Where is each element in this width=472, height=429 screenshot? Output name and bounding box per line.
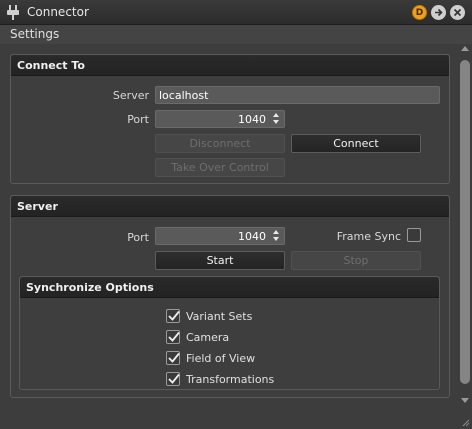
spinner-arrows-icon[interactable] <box>272 113 281 126</box>
scrollbar-thumb[interactable] <box>460 60 470 384</box>
menubar: Settings <box>0 25 472 44</box>
scroll-down-arrow-icon[interactable] <box>461 398 469 403</box>
server-input[interactable]: localhost <box>155 86 440 104</box>
checkmark-icon <box>168 331 180 342</box>
checkmark-icon <box>168 373 180 384</box>
transformations-checkbox[interactable] <box>166 372 180 386</box>
spinner-arrows-icon[interactable] <box>272 230 281 243</box>
close-icon[interactable] <box>450 5 465 20</box>
server-title: Server <box>17 200 58 213</box>
frame-sync-label: Frame Sync <box>336 230 401 243</box>
server-label: Server <box>112 89 149 102</box>
menu-settings[interactable]: Settings <box>10 27 59 41</box>
resize-grip-icon[interactable] <box>461 418 470 427</box>
start-button[interactable]: Start <box>155 251 285 270</box>
server-port-label: Port <box>127 231 149 244</box>
vertical-scrollbar[interactable] <box>459 46 471 408</box>
field-of-view-checkbox[interactable] <box>166 351 180 365</box>
connect-port-value: 1040 <box>238 113 266 126</box>
window-titlebar: Connector D <box>0 0 472 25</box>
window-title: Connector <box>27 5 89 19</box>
connect-port-stepper[interactable]: 1040 <box>155 110 285 128</box>
server-header: Server <box>11 196 449 217</box>
synchronize-options-header: Synchronize Options <box>20 277 439 298</box>
server-group: Server Port 1040 Frame Sync Start Stop S… <box>10 195 450 398</box>
checkmark-icon <box>168 310 180 321</box>
server-port-value: 1040 <box>238 230 266 243</box>
camera-checkbox[interactable] <box>166 330 180 344</box>
stop-button[interactable]: Stop <box>291 251 421 270</box>
disconnect-button[interactable]: Disconnect <box>155 134 285 153</box>
take-over-control-button[interactable]: Take Over Control <box>155 158 285 177</box>
arrow-right-icon[interactable] <box>431 5 446 20</box>
server-port-stepper[interactable]: 1040 <box>155 227 285 245</box>
scroll-up-arrow-icon[interactable] <box>461 46 469 51</box>
d-badge-button[interactable]: D <box>412 5 427 20</box>
synchronize-options-group: Synchronize Options Variant Sets Camera … <box>19 276 440 390</box>
frame-sync-checkbox[interactable] <box>407 228 421 242</box>
variant-sets-label: Variant Sets <box>186 310 253 323</box>
checkmark-icon <box>168 352 180 363</box>
synchronize-options-title: Synchronize Options <box>26 281 154 294</box>
connect-to-title: Connect To <box>17 59 85 72</box>
connect-button[interactable]: Connect <box>291 134 421 153</box>
connect-to-header: Connect To <box>11 55 449 76</box>
plug-icon <box>7 5 19 20</box>
connect-port-label: Port <box>127 113 149 126</box>
transformations-label: Transformations <box>186 373 275 386</box>
connect-to-group: Connect To Server localhost Port 1040 Di… <box>10 54 450 184</box>
variant-sets-checkbox[interactable] <box>166 309 180 323</box>
camera-label: Camera <box>186 331 230 344</box>
field-of-view-label: Field of View <box>186 352 256 365</box>
